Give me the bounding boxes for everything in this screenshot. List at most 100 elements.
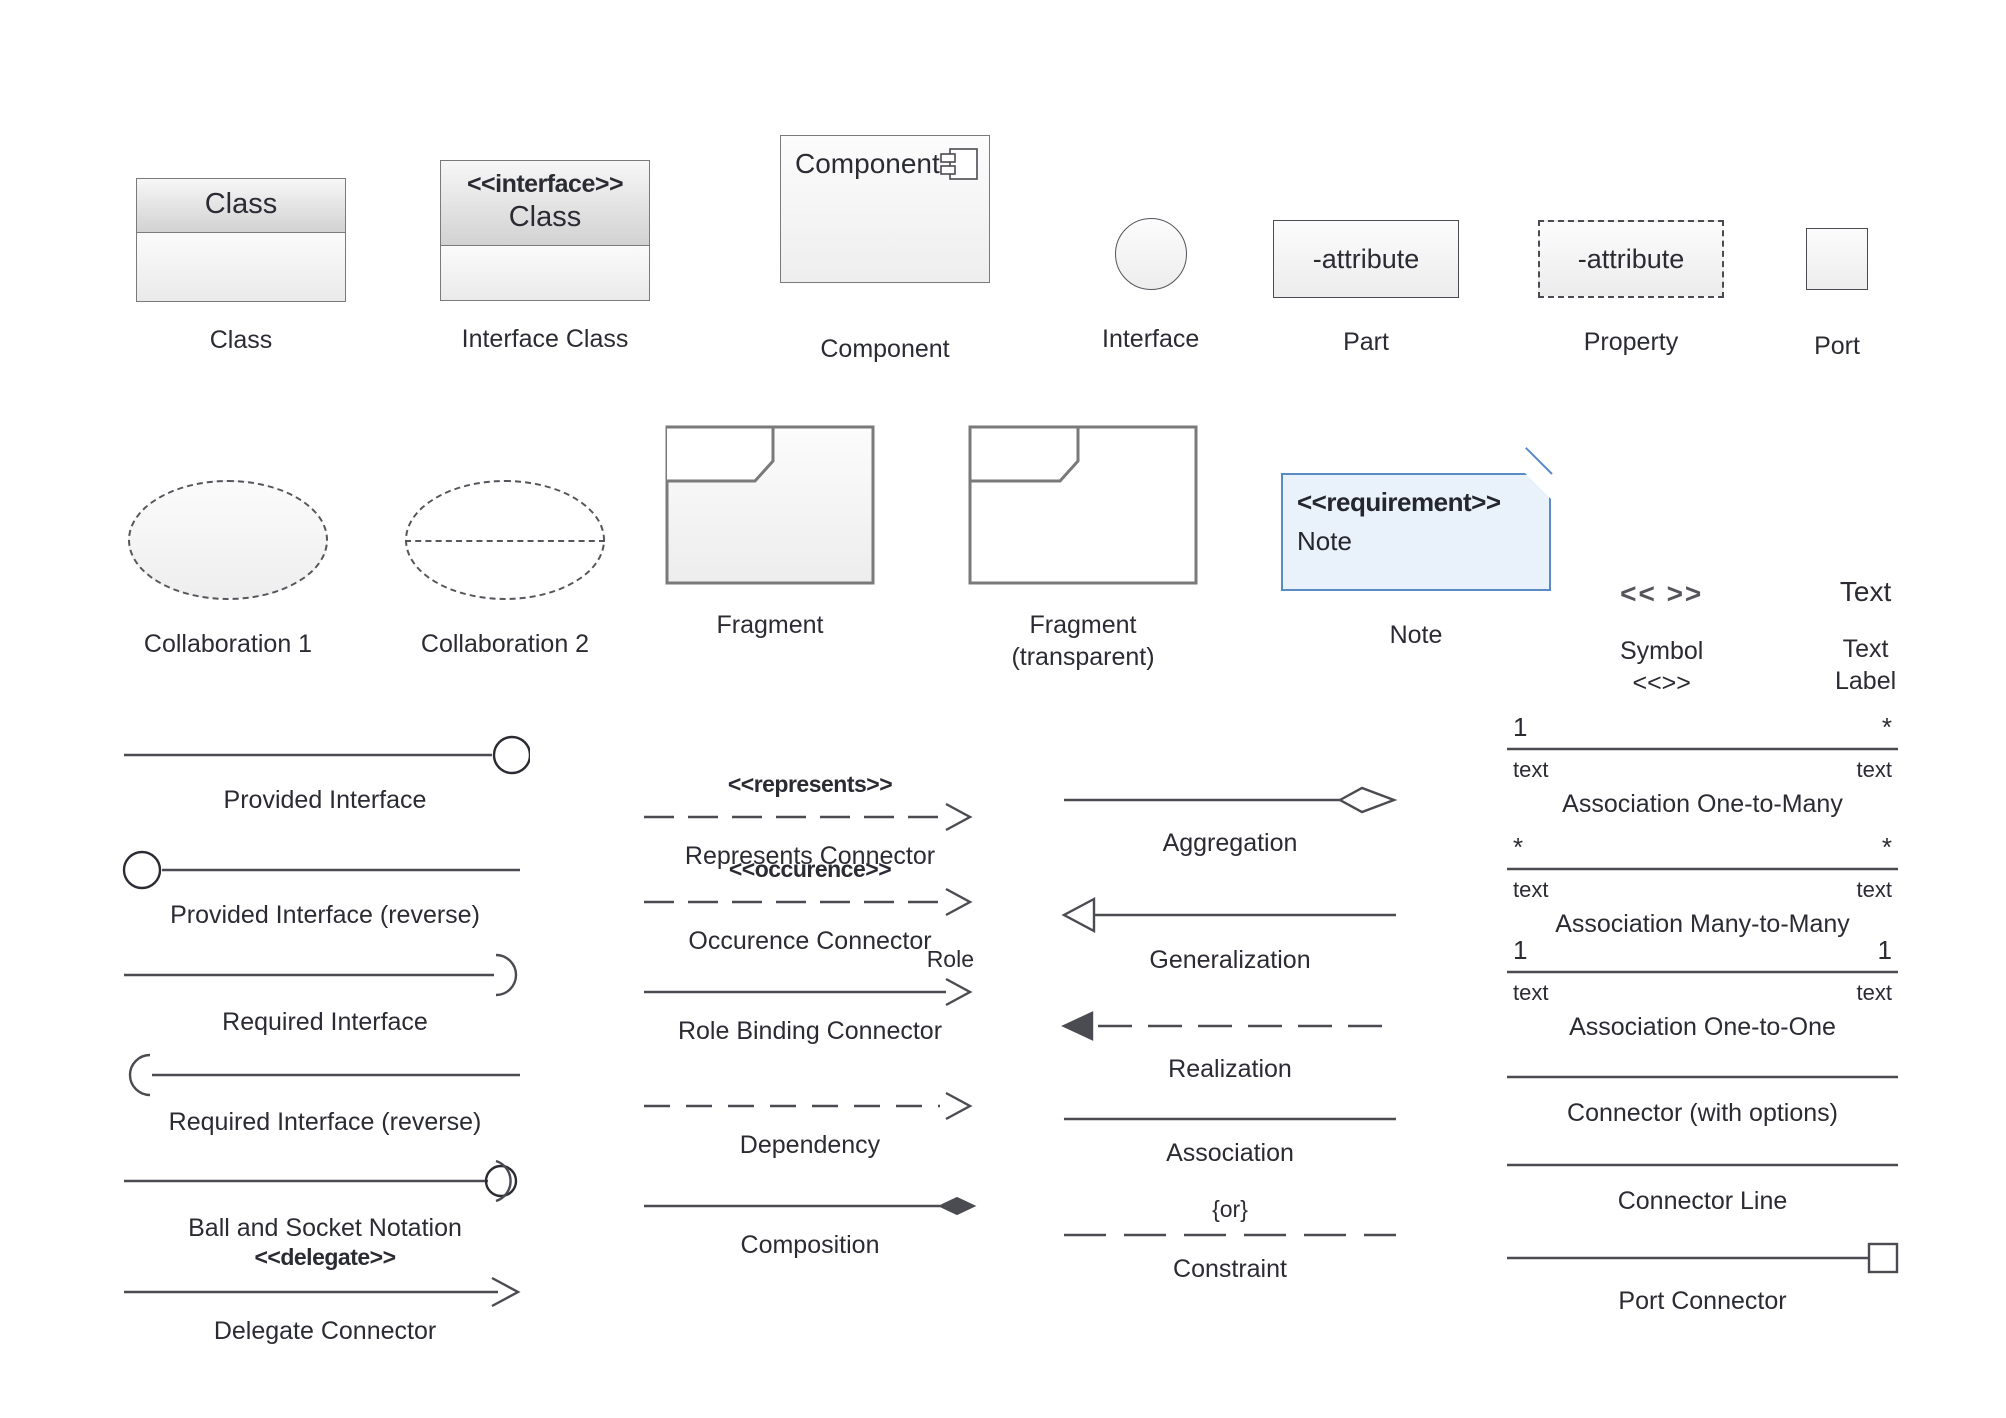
interface-class-body — [441, 246, 649, 300]
shape-note[interactable]: <<requirement>> Note Note — [1281, 447, 1553, 651]
connector-provided-interface-reverse[interactable]: Provided Interface (reverse) — [120, 850, 530, 931]
caption-role-binding: Role Binding Connector — [677, 1016, 943, 1045]
collaboration-2-ellipse[interactable] — [405, 480, 605, 600]
interface-class-header: <<interface>> Class — [441, 161, 649, 246]
part-box[interactable]: -attribute — [1273, 220, 1459, 298]
collaboration-1-ellipse[interactable] — [128, 480, 328, 600]
shape-collaboration-1[interactable]: Collaboration 1 — [128, 480, 328, 660]
shape-fragment[interactable]: Fragment — [665, 425, 875, 641]
multiplicity-right: * — [1881, 832, 1892, 862]
caption-property: Property — [1583, 328, 1679, 356]
interface-class-name: Class — [508, 201, 582, 233]
shape-text-label[interactable]: Text Text Label — [1835, 576, 1896, 697]
association-many-to-many[interactable]: * * text text Association Many-to-Many — [1505, 832, 1900, 940]
caption-generalization: Generalization — [1149, 946, 1311, 974]
uml-shapes-sheet: Class Class <<interface>> Class Interfac… — [0, 0, 2006, 1418]
class-box[interactable]: Class — [136, 178, 346, 302]
role-left: text — [1513, 877, 1549, 902]
multiplicity-right: 1 — [1877, 935, 1892, 965]
shape-interface-class[interactable]: <<interface>> Class Interface Class — [440, 160, 650, 355]
property-text: -attribute — [1577, 243, 1685, 274]
connector-constraint[interactable]: {or} Constraint — [1060, 1195, 1400, 1285]
connector-composition[interactable]: Composition — [640, 1190, 980, 1261]
shape-collaboration-2[interactable]: Collaboration 2 — [405, 480, 605, 660]
caption-interface: Interface — [1102, 325, 1200, 353]
note-body: Note — [1297, 526, 1352, 556]
caption-composition: Composition — [740, 1231, 880, 1259]
caption-association-one-to-many: Association One-to-Many — [1562, 790, 1843, 818]
caption-component: Component — [820, 335, 950, 363]
caption-collaboration-2: Collaboration 2 — [420, 630, 590, 658]
role-left: text — [1513, 980, 1549, 1005]
label-constraint: {or} — [1212, 1196, 1248, 1222]
role-right: text — [1856, 757, 1892, 782]
fragment-transparent-shape[interactable] — [968, 425, 1198, 585]
caption-provided-interface: Provided Interface — [223, 786, 427, 814]
interface-circle[interactable] — [1114, 218, 1187, 290]
connector-line[interactable]: Connector Line — [1505, 1160, 1900, 1217]
label-delegate: <<delegate>> — [254, 1244, 396, 1270]
text-label-glyph: Text — [1839, 576, 1892, 607]
shape-property[interactable]: -attribute Property — [1538, 220, 1724, 358]
note-fold-line-icon — [1525, 447, 1553, 475]
shape-interface[interactable]: Interface — [1102, 218, 1199, 355]
caption-connector-line: Connector Line — [1617, 1187, 1788, 1215]
note-box[interactable]: <<requirement>> Note — [1281, 447, 1553, 591]
caption-required-interface: Required Interface — [222, 1008, 428, 1036]
connector-delegate[interactable]: <<delegate>> Delegate Connector — [120, 1243, 530, 1347]
caption-ball-and-socket: Ball and Socket Notation — [188, 1214, 462, 1242]
connector-port[interactable]: Port Connector — [1505, 1240, 1900, 1317]
role-right: text — [1856, 877, 1892, 902]
property-box[interactable]: -attribute — [1538, 220, 1724, 298]
shape-component[interactable]: Component Component — [780, 135, 990, 365]
caption-dependency: Dependency — [739, 1131, 881, 1159]
connector-generalization[interactable]: Generalization — [1060, 895, 1400, 976]
part-text: -attribute — [1312, 243, 1420, 274]
label-role: Role — [926, 946, 974, 972]
fragment-shape[interactable] — [665, 425, 875, 585]
connector-provided-interface[interactable]: Provided Interface — [120, 735, 530, 816]
caption-interface-class: Interface Class — [461, 325, 629, 353]
connector-dependency[interactable]: Dependency — [640, 1090, 980, 1161]
class-body — [137, 233, 345, 301]
interface-class-box[interactable]: <<interface>> Class — [440, 160, 650, 301]
caption-association-one-to-one: Association One-to-One — [1569, 1013, 1836, 1041]
shape-port[interactable]: Port — [1806, 228, 1868, 362]
caption-provided-interface-reverse: Provided Interface (reverse) — [170, 901, 480, 929]
symbol-glyph: << >> — [1620, 578, 1704, 609]
caption-aggregation: Aggregation — [1162, 829, 1298, 857]
component-box[interactable]: Component — [780, 135, 990, 283]
component-title: Component — [795, 148, 940, 179]
shape-part[interactable]: -attribute Part — [1273, 220, 1459, 358]
shape-symbol[interactable]: << >> Symbol <<>> — [1620, 578, 1703, 699]
caption-note: Note — [1389, 621, 1443, 649]
multiplicity-left: 1 — [1513, 935, 1528, 965]
label-occurence: <<occurence>> — [728, 856, 892, 882]
interface-stereotype: <<interface>> — [466, 170, 624, 198]
caption-realization: Realization — [1168, 1055, 1292, 1083]
note-stereotype: <<requirement>> — [1297, 487, 1501, 517]
connector-realization[interactable]: Realization — [1060, 1008, 1400, 1085]
class-header: Class — [137, 179, 345, 233]
caption-constraint: Constraint — [1173, 1254, 1287, 1283]
association-one-to-one[interactable]: 1 1 text text Association One-to-One — [1505, 935, 1900, 1043]
connector-ball-and-socket[interactable]: Ball and Socket Notation — [120, 1157, 530, 1244]
note-fold-corner-icon — [1525, 473, 1551, 499]
shape-class[interactable]: Class Class — [136, 178, 346, 356]
connector-with-options[interactable]: Connector (with options) — [1505, 1072, 1900, 1129]
port-box[interactable] — [1806, 228, 1868, 290]
shape-fragment-transparent[interactable]: Fragment (transparent) — [968, 425, 1198, 673]
multiplicity-left: 1 — [1513, 712, 1528, 742]
label-represents: <<represents>> — [727, 771, 893, 797]
connector-required-interface-reverse[interactable]: Required Interface (reverse) — [120, 1053, 530, 1138]
caption-symbol: Symbol <<>> — [1620, 637, 1704, 697]
caption-part: Part — [1343, 328, 1389, 356]
connector-role-binding[interactable]: Role Role Binding Connector — [640, 945, 980, 1047]
connector-aggregation[interactable]: Aggregation — [1060, 782, 1400, 859]
association-one-to-many[interactable]: 1 * text text Association One-to-Many — [1505, 712, 1900, 820]
caption-text-label: Text Label — [1835, 635, 1897, 695]
role-left: text — [1513, 757, 1549, 782]
connector-required-interface[interactable]: Required Interface — [120, 953, 530, 1038]
connector-association[interactable]: Association — [1060, 1110, 1400, 1169]
connector-occurence[interactable]: <<occurence>> Occurence Connector — [640, 855, 980, 957]
